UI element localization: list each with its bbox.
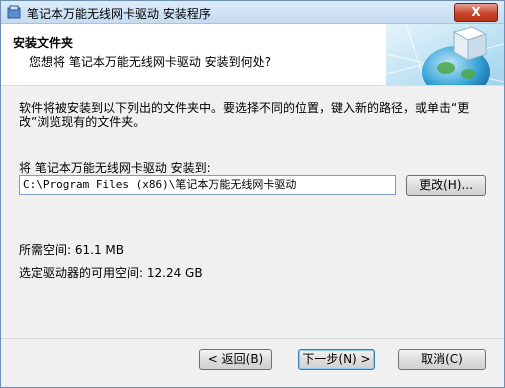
installer-icon [7, 5, 21, 19]
space-available-text: 选定驱动器的可用空间: 12.24 GB [19, 266, 203, 280]
description-text: 软件将被安装到以下列出的文件夹中。要选择不同的位置，键入新的路径，或单击“更改”… [19, 101, 470, 129]
header-subtitle: 您想将 笔记本万能无线网卡驱动 安装到何处? [29, 55, 271, 69]
window-title: 笔记本万能无线网卡驱动 安装程序 [27, 7, 211, 21]
space-required-text: 所需空间: 61.1 MB [19, 243, 124, 257]
change-button[interactable]: 更改(H)... [406, 175, 486, 196]
close-button[interactable]: X [454, 3, 498, 22]
installer-window: 笔记本万能无线网卡驱动 安装程序 X 安装文件夹 您想将 笔记本万能无线网卡驱动… [0, 0, 505, 388]
close-icon: X [471, 5, 481, 19]
header-title: 安装文件夹 [13, 36, 74, 50]
wizard-header: 安装文件夹 您想将 笔记本万能无线网卡驱动 安装到何处? [1, 24, 504, 86]
install-path-field[interactable]: C:\Program Files (x86)\笔记本万能无线网卡驱动 [19, 175, 396, 195]
install-location-label: 将 笔记本万能无线网卡驱动 安装到: [19, 161, 211, 175]
back-button[interactable]: < 返回(B) [199, 349, 272, 370]
cancel-button[interactable]: 取消(C) [398, 349, 486, 370]
title-bar[interactable]: 笔记本万能无线网卡驱动 安装程序 X [1, 1, 504, 24]
next-button[interactable]: 下一步(N) > [298, 349, 375, 370]
footer-divider [1, 338, 504, 339]
network-globe-cube-icon [386, 24, 504, 85]
